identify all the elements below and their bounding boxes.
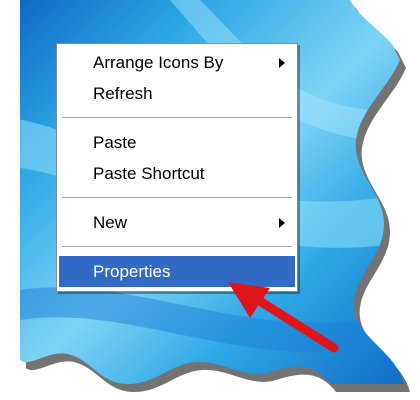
menu-item-label: Refresh (93, 84, 153, 103)
menu-item-paste-shortcut[interactable]: Paste Shortcut (59, 158, 295, 189)
menu-separator (62, 246, 292, 247)
submenu-arrow-icon (279, 58, 285, 68)
menu-item-arrange-icons-by[interactable]: Arrange Icons By (59, 47, 295, 78)
submenu-arrow-icon (279, 218, 285, 228)
desktop-context-menu: Arrange Icons By Refresh Paste Paste Sho… (56, 43, 298, 292)
menu-item-refresh[interactable]: Refresh (59, 78, 295, 109)
menu-item-label: Properties (93, 262, 171, 281)
menu-separator (62, 117, 292, 118)
menu-item-properties[interactable]: Properties (59, 256, 295, 287)
menu-item-label: Paste (93, 133, 137, 152)
menu-item-label: Arrange Icons By (93, 53, 224, 72)
menu-item-new[interactable]: New (59, 207, 295, 238)
screenshot-scene: Arrange Icons By Refresh Paste Paste Sho… (0, 0, 420, 400)
menu-separator (62, 197, 292, 198)
menu-item-label: New (93, 213, 128, 232)
menu-item-label: Paste Shortcut (93, 164, 205, 183)
menu-item-paste[interactable]: Paste (59, 127, 295, 158)
